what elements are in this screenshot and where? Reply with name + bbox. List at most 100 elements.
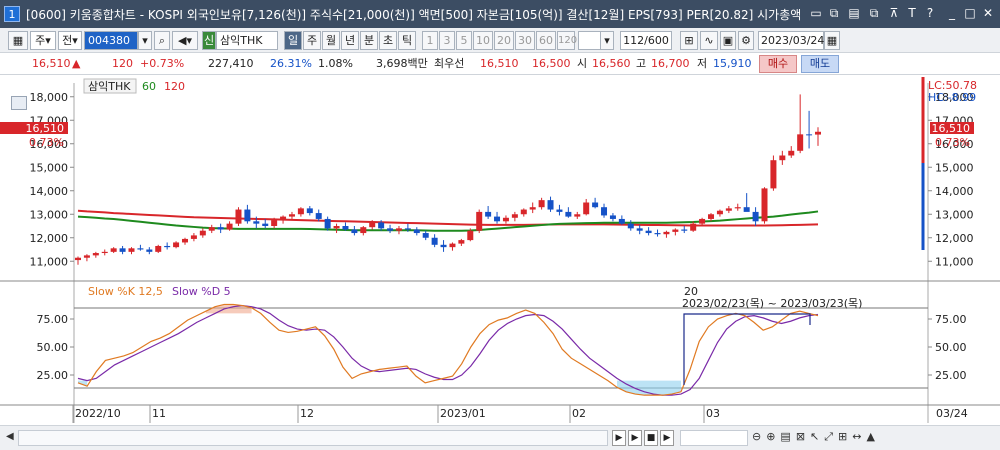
candle-body <box>601 207 608 216</box>
trade-amount: 3,698백만 <box>376 57 428 70</box>
candle-body <box>618 218 625 224</box>
scroll-next-icon[interactable]: ▶ <box>660 430 674 446</box>
candle-body <box>708 214 715 219</box>
minute-1-button[interactable]: 1 <box>422 31 438 50</box>
candle-body <box>387 228 394 231</box>
search-icon[interactable]: ⌕ <box>154 31 170 50</box>
candle-body <box>815 131 821 135</box>
date-field[interactable]: 2023/03/24 <box>758 31 824 50</box>
candle-body <box>253 221 260 224</box>
right-price-label: 16,510 <box>932 122 971 135</box>
period-second-button[interactable]: 초 <box>379 31 397 50</box>
period-select-value: 주 <box>35 34 46 47</box>
candle-body <box>752 211 759 222</box>
save-icon[interactable]: ▣ <box>720 31 736 50</box>
bottom-scrollbar[interactable]: ◀ ▶ ▶ ■ ▶ ⊖⊕▤⊠↖⤢⊞↔▲ <box>0 425 1000 450</box>
candle-body <box>395 228 402 231</box>
period-week-button[interactable]: 주 <box>303 31 321 50</box>
stoch-tick-right: 25.00 <box>935 369 967 382</box>
minimize-icon[interactable]: _ <box>944 5 960 21</box>
period-select[interactable]: 주▾ <box>30 31 56 50</box>
price-chart[interactable]: 삼익THK 60 120 18,000 18,00017,000 17,00016,… <box>0 75 1000 425</box>
buy-button[interactable]: 매수 <box>759 55 797 73</box>
candle-body <box>137 248 144 250</box>
help-icon[interactable]: ? <box>922 5 938 21</box>
minute-5-button[interactable]: 5 <box>456 31 472 50</box>
price-tick-right: 12,000 <box>935 232 974 245</box>
candle-body <box>609 215 616 219</box>
dock-icon[interactable]: ▭ <box>808 5 824 21</box>
candle-body <box>458 240 465 244</box>
candle-body <box>324 218 331 229</box>
window-titlebar: 1 [0600] 키움종합차트 - KOSPI 외국인보유[7,126(천)] … <box>0 0 1000 28</box>
candle-body <box>378 222 385 229</box>
maximize-icon[interactable]: □ <box>962 5 978 21</box>
candle-body <box>235 209 242 224</box>
period-tick-button[interactable]: 틱 <box>398 31 416 50</box>
minute-20-button[interactable]: 20 <box>494 31 514 50</box>
text-icon[interactable]: T <box>904 5 920 21</box>
candle-body <box>681 229 688 231</box>
close-icon[interactable]: ✕ <box>980 5 996 21</box>
high-price: 16,700 <box>651 57 690 70</box>
view-tool-icons[interactable]: ⊖⊕▤⊠↖⤢⊞↔▲ <box>752 430 992 446</box>
minute-30-button[interactable]: 30 <box>515 31 535 50</box>
minute-60-button[interactable]: 60 <box>536 31 556 50</box>
x-axis-right-label: 03/24 <box>936 407 968 420</box>
stock-name-field[interactable]: 삼익THK <box>216 31 278 50</box>
restore-icon[interactable]: ⧉ <box>866 5 882 21</box>
candle-body <box>288 214 295 217</box>
calendar-icon[interactable]: ▦ <box>824 31 840 50</box>
candle-body <box>485 211 492 217</box>
drawing-icon[interactable]: ∿ <box>700 31 718 50</box>
period-month-button[interactable]: 월 <box>322 31 340 50</box>
scroll-left-icon[interactable]: ◀ <box>6 431 14 442</box>
code-dropdown-icon[interactable]: ▾ <box>138 31 152 50</box>
candle-body <box>770 160 777 189</box>
scroll-track[interactable] <box>18 430 608 446</box>
zoom-slider[interactable] <box>680 430 748 446</box>
open-label: 시 <box>577 57 588 70</box>
candle-body <box>155 245 162 252</box>
candle-body <box>75 257 81 261</box>
minute-10-button[interactable]: 10 <box>473 31 493 50</box>
stop-icon[interactable]: ■ <box>644 430 658 446</box>
interval-dropdown-icon[interactable]: ▾ <box>600 31 614 50</box>
table-toggle-icon[interactable] <box>11 96 27 110</box>
period-minute-button[interactable]: 분 <box>360 31 378 50</box>
candle-body <box>529 207 536 210</box>
minute-120-button[interactable]: 120 <box>557 31 577 50</box>
scroll-prev-icon[interactable]: ▶ <box>612 430 626 446</box>
left-pct-label: 0.73% <box>29 136 64 149</box>
pin-icon[interactable]: ⊼ <box>886 5 902 21</box>
candle-body <box>592 202 599 208</box>
x-axis-label: 12 <box>300 407 314 420</box>
settings-icon[interactable]: ⚙ <box>738 31 754 50</box>
minute-3-button[interactable]: 3 <box>439 31 455 50</box>
candle-body <box>743 207 750 212</box>
play-icon[interactable]: ▶ <box>628 430 642 446</box>
volume-icon[interactable]: ◀▾ <box>172 31 198 50</box>
candle-body <box>342 226 349 230</box>
data-count-field[interactable]: 112/600 <box>620 31 672 50</box>
open-price: 16,560 <box>592 57 631 70</box>
stock-code-input[interactable]: 004380 <box>84 31 138 50</box>
candle-body <box>306 208 313 214</box>
candle-body <box>333 226 340 229</box>
legend-ma60: 60 <box>142 80 156 93</box>
link-icon[interactable]: ⧉ <box>826 5 842 21</box>
candle-body <box>315 213 322 219</box>
menu-toggle-icon[interactable]: ▦ <box>8 31 28 50</box>
candle-body <box>262 223 269 226</box>
sell-button[interactable]: 매도 <box>801 55 839 73</box>
window-title: [0600] 키움종합차트 - KOSPI 외국인보유[7,126(천)] 주식… <box>26 8 802 22</box>
candle-body <box>244 209 251 222</box>
candle-body <box>449 243 456 248</box>
period-day-button[interactable]: 일 <box>284 31 302 50</box>
layout-icon[interactable]: ▤ <box>846 5 862 21</box>
range-select[interactable]: 전▾ <box>58 31 82 50</box>
candle-body <box>779 155 786 161</box>
indicator-icon[interactable]: ⊞ <box>680 31 698 50</box>
period-year-button[interactable]: 년 <box>341 31 359 50</box>
candle-body <box>716 210 723 215</box>
